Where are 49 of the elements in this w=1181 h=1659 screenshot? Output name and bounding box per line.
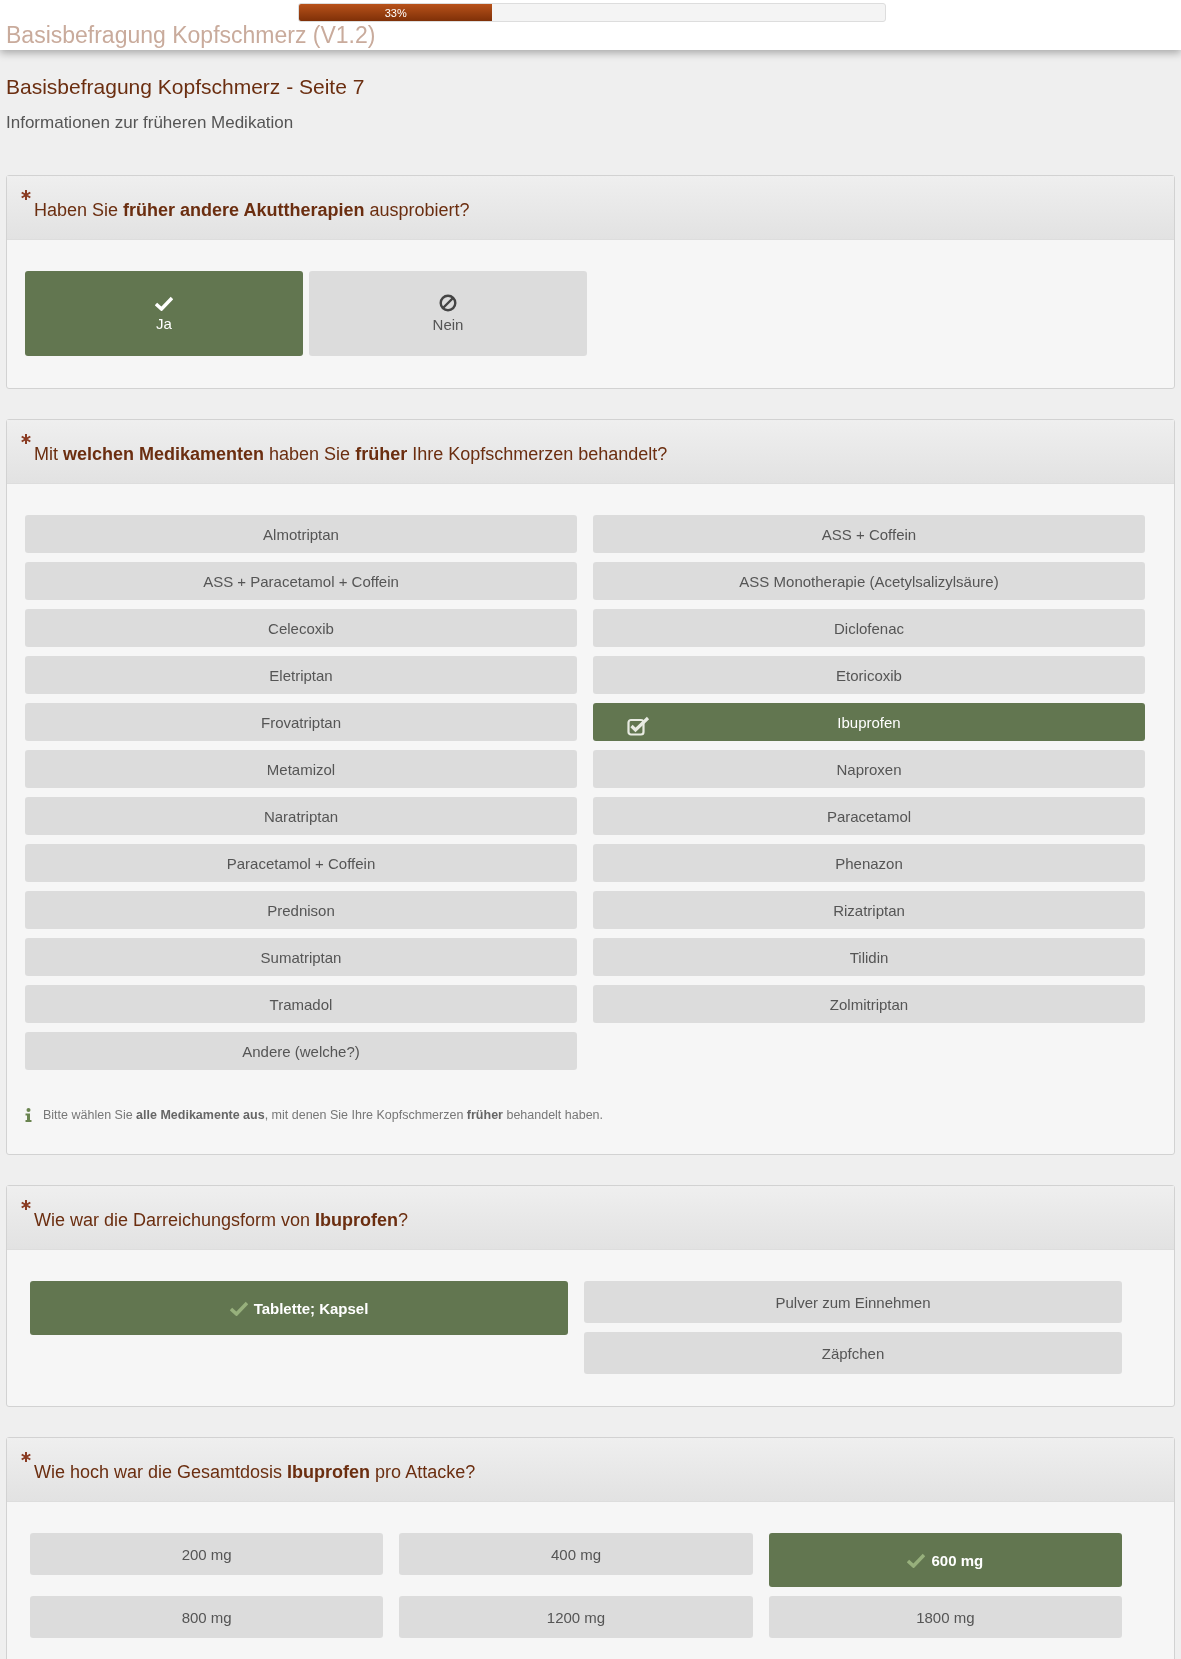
prohibited-icon: [439, 294, 457, 312]
option-button[interactable]: Metamizol: [25, 750, 577, 788]
option-button[interactable]: Zäpfchen: [584, 1332, 1122, 1374]
option-button[interactable]: Naratriptan: [25, 797, 577, 835]
page-title: Basisbefragung Kopfschmerz - Seite 7: [6, 75, 366, 99]
option-button[interactable]: Paracetamol: [593, 797, 1145, 835]
option-button[interactable]: Paracetamol + Coffein: [25, 844, 577, 882]
page-subtitle: Informationen zur früheren Medikation: [6, 113, 295, 133]
option-button[interactable]: ASS Monotherapie (Acetylsalizylsäure): [593, 562, 1145, 600]
option-button[interactable]: 1200 mg: [399, 1596, 753, 1638]
option-button[interactable]: Ja: [25, 271, 303, 356]
question-text: Wie hoch war die Gesamtdosis Ibuprofen pro Attacke?: [34, 1462, 476, 1483]
option-button[interactable]: Frovatriptan: [25, 703, 577, 741]
option-button[interactable]: 1800 mg: [768, 1596, 1122, 1638]
question-text: Mit welchen Medikamenten haben Sie früher Ihre Kopfschmerzen behandelt?: [34, 444, 668, 465]
option-button[interactable]: ASS + Coffein: [593, 515, 1145, 553]
progress-label: 33%: [384, 6, 407, 19]
checkbox-icon: [627, 716, 651, 736]
option-button[interactable]: Eletriptan: [25, 656, 577, 694]
option-button[interactable]: Andere (welche?): [25, 1032, 577, 1070]
option-button[interactable]: Naproxen: [593, 750, 1145, 788]
info-icon: [25, 1108, 32, 1122]
survey-title: Basisbefragung Kopfschmerz (V1.2): [6, 22, 376, 49]
option-button[interactable]: Nein: [309, 271, 587, 356]
check-icon: [907, 1552, 926, 1568]
option-button[interactable]: ASS + Paracetamol + Coffein: [25, 562, 577, 600]
option-button[interactable]: Sumatriptan: [25, 938, 577, 976]
option-button[interactable]: Prednison: [25, 891, 577, 929]
question-text: Wie war die Darreichungsform von Ibuprofen?: [34, 1210, 409, 1231]
option-button[interactable]: Diclofenac: [593, 609, 1145, 647]
question-text: Haben Sie früher andere Akuttherapien ausprobiert?: [34, 200, 470, 221]
option-button[interactable]: 600 mg: [768, 1533, 1122, 1587]
option-button[interactable]: Celecoxib: [25, 609, 577, 647]
option-button[interactable]: Pulver zum Einnehmen: [584, 1281, 1122, 1323]
option-button[interactable]: 200 mg: [30, 1533, 384, 1575]
option-button[interactable]: Tilidin: [593, 938, 1145, 976]
option-button[interactable]: Phenazon: [593, 844, 1145, 882]
check-icon: [229, 1300, 248, 1316]
option-button[interactable]: Etoricoxib: [593, 656, 1145, 694]
option-button[interactable]: Zolmitriptan: [593, 985, 1145, 1023]
hint-text: Bitte wählen Sie alle Medikamente aus, mit denen Sie Ihre Kopfschmerzen früher behandelt haben.: [43, 1108, 604, 1122]
option-button[interactable]: 400 mg: [399, 1533, 753, 1575]
option-button[interactable]: Rizatriptan: [593, 891, 1145, 929]
option-button[interactable]: Tramadol: [25, 985, 577, 1023]
check-icon: [155, 295, 173, 311]
option-button[interactable]: Almotriptan: [25, 515, 577, 553]
option-button[interactable]: 800 mg: [30, 1596, 384, 1638]
option-button[interactable]: Ibuprofen: [593, 703, 1145, 741]
option-button[interactable]: Tablette; Kapsel: [30, 1281, 568, 1335]
